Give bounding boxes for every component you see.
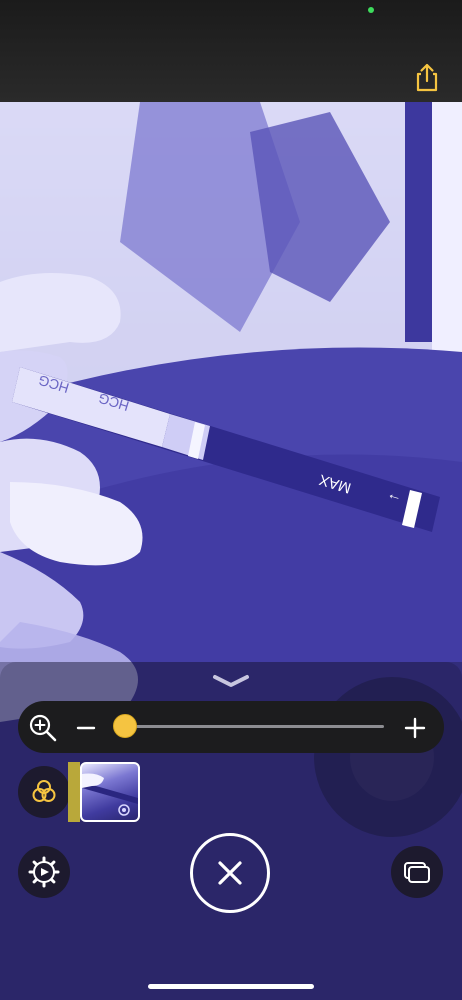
capture-thumbnail-image	[82, 773, 138, 816]
settings-button[interactable]	[18, 846, 70, 898]
top-bar	[0, 0, 462, 102]
collapse-panel-button[interactable]	[211, 673, 251, 689]
share-button[interactable]	[410, 60, 444, 94]
magnifier-plus-icon	[29, 714, 57, 742]
chevron-down-icon	[213, 675, 249, 687]
camera-in-use-indicator	[368, 7, 374, 13]
multiple-captures-button[interactable]	[391, 846, 443, 898]
filters-icon	[32, 780, 56, 802]
home-indicator[interactable]	[148, 984, 314, 989]
minus-icon	[76, 726, 96, 730]
filters-button[interactable]	[18, 766, 70, 818]
multiple-images-icon	[404, 862, 430, 883]
share-icon	[416, 63, 438, 92]
previous-capture-thumbnail[interactable]	[68, 762, 80, 822]
zoom-slider-thumb[interactable]	[112, 714, 137, 738]
plus-icon	[404, 717, 426, 739]
gear-icon	[28, 856, 60, 888]
close-button[interactable]	[190, 833, 270, 913]
zoom-magnifier-button[interactable]	[28, 713, 58, 743]
capture-thumbnail[interactable]	[80, 762, 140, 822]
zoom-out-button[interactable]	[74, 713, 98, 743]
zoom-in-button[interactable]	[402, 713, 428, 743]
zoom-slider-track[interactable]	[114, 725, 384, 728]
close-icon	[218, 861, 242, 885]
